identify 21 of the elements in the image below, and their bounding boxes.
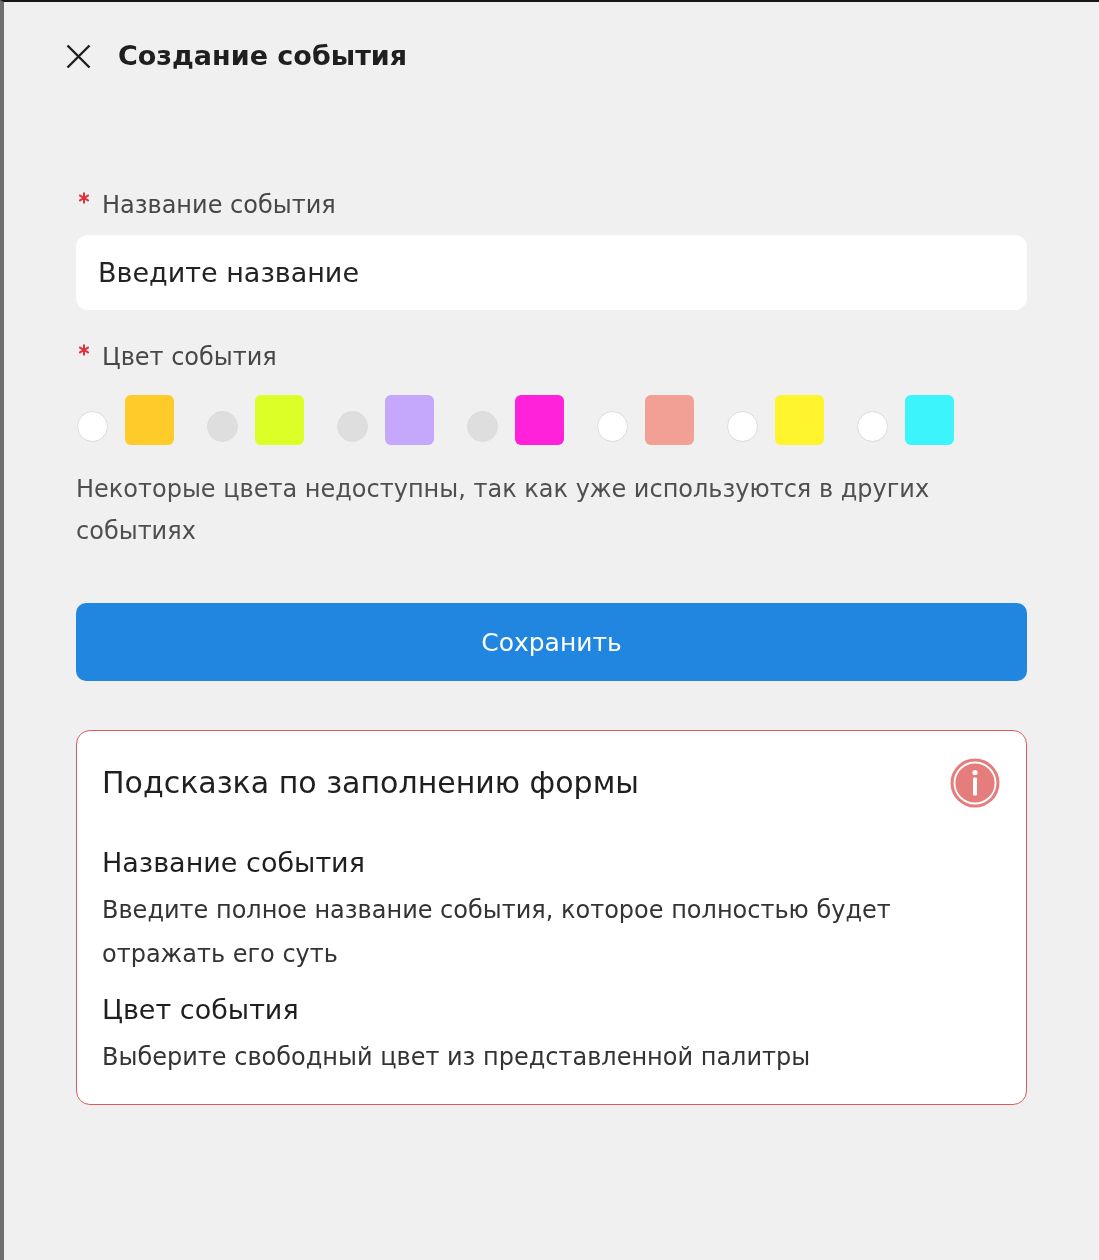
hint-section-title: Название события — [102, 846, 366, 880]
save-button[interactable]: Сохранить — [76, 603, 1027, 681]
colors-note: Некоторые цвета недоступны, так как уже используются в других событиях — [76, 474, 931, 547]
info-icon — [950, 758, 1000, 808]
field-label: Цвет события — [102, 342, 277, 372]
color-swatch-icon[interactable] — [775, 395, 824, 445]
close-icon[interactable] — [66, 43, 91, 69]
radio-button[interactable] — [77, 410, 108, 442]
field-label: Название события — [102, 190, 336, 220]
hint-section-text: Выберите свободный цвет из представленной палитры — [102, 1042, 812, 1073]
dialog-title: Создание события — [118, 39, 408, 73]
radio-button[interactable] — [857, 410, 888, 442]
hint-title: Подсказка по заполнению формы — [102, 764, 639, 802]
color-swatch-icon[interactable] — [905, 395, 954, 445]
color-swatch-icon[interactable] — [125, 395, 174, 445]
color-swatch-icon[interactable] — [645, 395, 694, 445]
radio-button[interactable] — [727, 410, 758, 442]
hint-section-text: Введите полное название события, которое полностью будет отражать его суть — [102, 895, 892, 970]
radio-button[interactable] — [597, 410, 628, 442]
event-name-input[interactable]: Введите название — [76, 235, 1027, 310]
hint-section-title: Цвет события — [102, 993, 300, 1027]
